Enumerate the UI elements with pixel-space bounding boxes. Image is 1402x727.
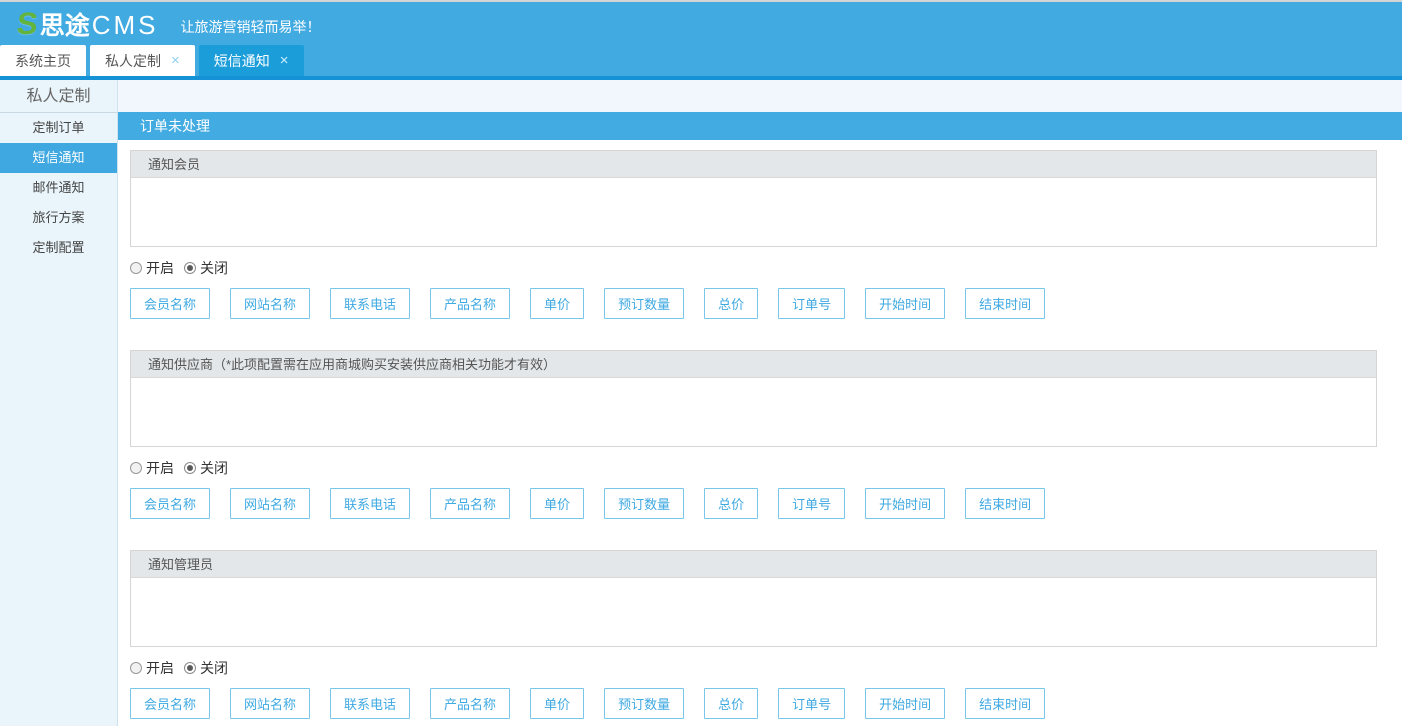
radio-on-label: 开启 [146,660,174,676]
radio-on-label: 开启 [146,260,174,276]
field-tag-button[interactable]: 结束时间 [965,688,1046,719]
field-tag-button[interactable]: 开始时间 [865,288,946,319]
field-tag-button[interactable]: 产品名称 [430,288,511,319]
app-logo: S 思途 CMS [15,5,159,42]
field-tag-button[interactable]: 结束时间 [965,488,1046,519]
field-tag-button[interactable]: 订单号 [778,488,846,519]
field-tag-button[interactable]: 总价 [704,488,759,519]
sidebar-item-travel-plan[interactable]: 旅行方案 [0,203,117,233]
notify-member-textarea[interactable] [131,178,1376,246]
field-tag-button[interactable]: 会员名称 [130,488,211,519]
logo-brand-text: 思途 [39,11,90,40]
tab-label: 私人定制 [105,52,161,69]
sidebar-item-custom-config[interactable]: 定制配置 [0,233,117,263]
field-tag-button[interactable]: 产品名称 [430,688,511,719]
tab-bar: 系统主页 私人定制 × 短信通知 × [0,45,1402,80]
field-tag-row: 会员名称 网站名称 联系电话 产品名称 单价 预订数量 总价 订单号 开始时间 结束时间 [130,688,1377,719]
radio-off-label: 关闭 [200,260,228,276]
field-tag-button[interactable]: 订单号 [778,688,846,719]
field-tag-button[interactable]: 联系电话 [330,488,411,519]
content-top-strip [118,80,1402,112]
sidebar: 私人定制 定制订单 短信通知 邮件通知 旅行方案 定制配置 [0,80,118,726]
section-notify-admin: 通知管理员 开启 关闭 会员名称 网站名称 联系电话 产品名称 单价 预订数量 总价 订单号开… [130,550,1377,719]
field-tag-button[interactable]: 总价 [704,288,759,319]
page-title: 订单未处理 [118,112,1402,140]
radio-off[interactable] [184,662,196,674]
field-tag-button[interactable]: 会员名称 [130,688,211,719]
tab-system-home[interactable]: 系统主页 [0,45,86,76]
field-tag-button[interactable]: 网站名称 [230,288,311,319]
radio-off[interactable] [184,262,196,274]
field-tag-button[interactable]: 单价 [530,488,585,519]
logo-leaf-icon: S [15,5,40,41]
field-tag-button[interactable]: 网站名称 [230,488,311,519]
field-tag-button[interactable]: 预订数量 [604,688,685,719]
field-tag-button[interactable]: 开始时间 [865,688,946,719]
close-icon[interactable]: × [280,53,289,68]
field-tag-button[interactable]: 联系电话 [330,688,411,719]
field-tag-button[interactable]: 会员名称 [130,288,211,319]
field-tag-button[interactable]: 开始时间 [865,488,946,519]
app-tagline: 让旅游营销轻而易举！ [180,18,321,35]
radio-off-label: 关闭 [200,460,228,476]
section-title: 通知供应商（*此项配置需在应用商城购买安装供应商相关功能才有效） [131,351,1376,378]
radio-on[interactable] [130,262,142,274]
sidebar-item-sms-notice[interactable]: 短信通知 [0,143,117,173]
field-tag-button[interactable]: 网站名称 [230,688,311,719]
tab-sms-notice[interactable]: 短信通知 × [198,45,304,76]
tab-label: 短信通知 [213,52,270,69]
radio-on[interactable] [130,662,142,674]
radio-off-label: 关闭 [200,660,228,676]
section-notify-member: 通知会员 开启 关闭 会员名称 网站名称 联系电话 产品名称 单价 预订数量 总价 订单号 开始… [130,150,1377,319]
field-tag-button[interactable]: 单价 [530,688,585,719]
app-header: S 思途 CMS 让旅游营销轻而易举！ [0,0,1402,45]
sidebar-title: 私人定制 [0,80,117,113]
enable-radio-group: 开启 关闭 [130,658,1377,678]
close-icon[interactable]: × [171,53,180,68]
field-tag-button[interactable]: 订单号 [778,288,846,319]
notify-supplier-textarea[interactable] [131,378,1376,446]
tab-label: 系统主页 [15,52,71,69]
enable-radio-group: 开启 关闭 [130,458,1377,478]
field-tag-button[interactable]: 联系电话 [330,288,411,319]
field-tag-row: 会员名称 网站名称 联系电话 产品名称 单价 预订数量 总价 订单号 开始时间 结束时间 [130,488,1377,519]
section-notify-supplier: 通知供应商（*此项配置需在应用商城购买安装供应商相关功能才有效） 开启 关闭 会… [130,350,1377,519]
main-content: 订单未处理 通知会员 开启 关闭 会员名称 网站名称 联系电话 产品名称 单价 预订数量总… [118,80,1402,726]
tab-private-custom[interactable]: 私人定制 × [90,45,195,76]
logo-cms-text: CMS [91,9,159,40]
radio-on-label: 开启 [146,460,174,476]
field-tag-button[interactable]: 结束时间 [965,288,1046,319]
field-tag-button[interactable]: 产品名称 [430,488,511,519]
section-title: 通知会员 [131,151,1376,178]
radio-off[interactable] [184,462,196,474]
field-tag-button[interactable]: 总价 [704,688,759,719]
enable-radio-group: 开启 关闭 [130,258,1377,278]
sidebar-item-custom-order[interactable]: 定制订单 [0,113,117,143]
radio-on[interactable] [130,462,142,474]
field-tag-button[interactable]: 单价 [530,288,585,319]
field-tag-button[interactable]: 预订数量 [604,288,685,319]
sidebar-item-mail-notice[interactable]: 邮件通知 [0,173,117,203]
field-tag-row: 会员名称 网站名称 联系电话 产品名称 单价 预订数量 总价 订单号 开始时间 结束时间 [130,288,1377,319]
notify-admin-textarea[interactable] [131,578,1376,646]
field-tag-button[interactable]: 预订数量 [604,488,685,519]
section-title: 通知管理员 [131,551,1376,578]
